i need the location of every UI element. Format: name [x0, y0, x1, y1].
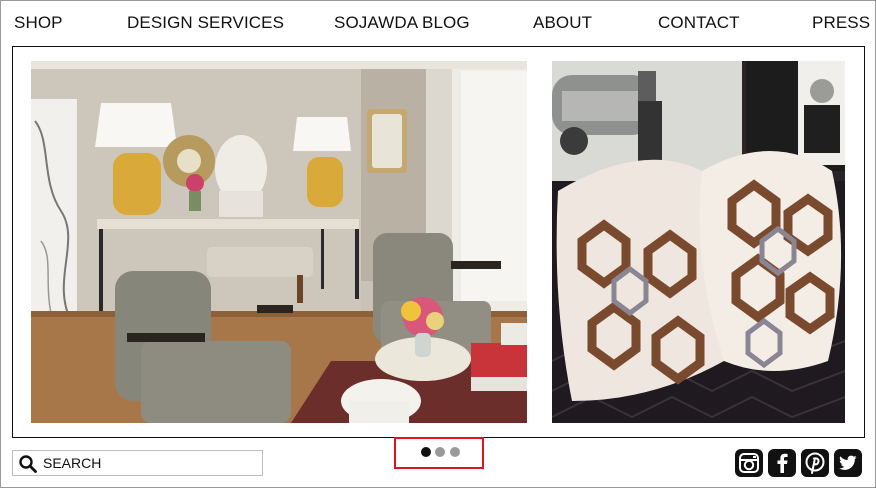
nav-item-about[interactable]: ABOUT	[533, 13, 592, 33]
image-slider[interactable]	[12, 46, 865, 438]
slider-dot-2[interactable]	[435, 447, 445, 457]
slider-dot-1-active[interactable]	[421, 447, 431, 457]
twitter-icon[interactable]	[834, 449, 862, 477]
slide-living-room-image[interactable]	[31, 61, 527, 423]
nav-item-shop[interactable]: SHOP	[14, 13, 63, 33]
main-nav: SHOP DESIGN SERVICES SOJAWDA BLOG ABOUT …	[0, 0, 876, 46]
facebook-icon[interactable]	[768, 449, 796, 477]
search-box[interactable]	[12, 450, 263, 476]
slider-dots-highlight	[394, 437, 484, 469]
instagram-icon[interactable]	[735, 449, 763, 477]
nav-item-contact[interactable]: CONTACT	[658, 13, 740, 33]
search-icon[interactable]	[19, 455, 37, 473]
pinterest-icon[interactable]	[801, 449, 829, 477]
slide-pillows-image[interactable]	[552, 61, 845, 423]
nav-item-design-services[interactable]: DESIGN SERVICES	[127, 13, 284, 33]
nav-item-press[interactable]: PRESS	[812, 13, 870, 33]
nav-item-sojawda-blog[interactable]: SOJAWDA BLOG	[334, 13, 470, 33]
search-input[interactable]	[43, 453, 258, 473]
slider-dot-3[interactable]	[450, 447, 460, 457]
